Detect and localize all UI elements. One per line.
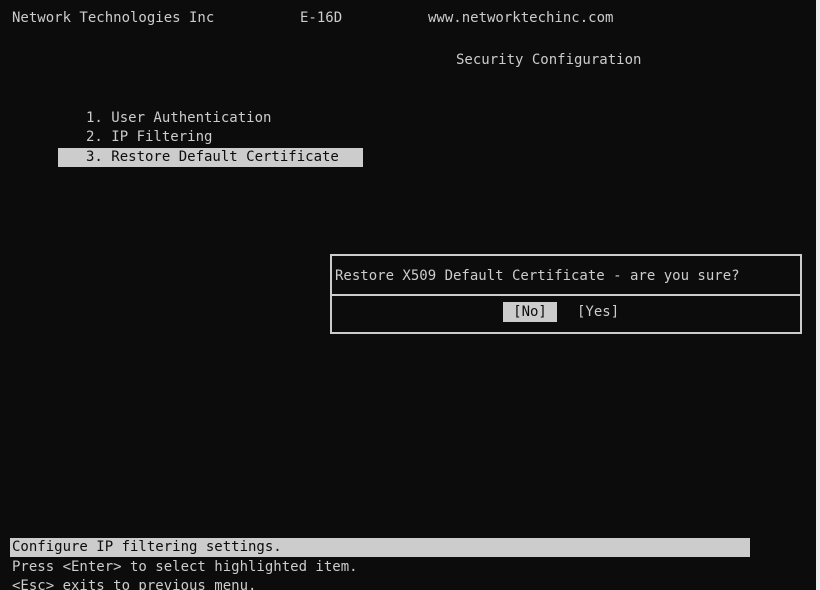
menu-item-user-authentication[interactable]: 1. User Authentication	[86, 108, 271, 128]
page-title: Security Configuration	[456, 52, 642, 68]
help-text-enter: Press <Enter> to select highlighted item…	[12, 559, 358, 575]
menu-item-ip-filtering[interactable]: 2. IP Filtering	[86, 127, 212, 147]
no-button[interactable]: [No]	[503, 302, 557, 322]
menu-item-restore-default-certificate[interactable]: 3. Restore Default Certificate	[58, 148, 363, 167]
dialog-divider	[332, 294, 800, 296]
dialog-message: Restore X509 Default Certificate - are y…	[335, 268, 740, 284]
header-website-url: www.networktechinc.com	[428, 10, 614, 26]
terminal-screen: Network Technologies Inc E-16D www.netwo…	[0, 0, 820, 590]
header-company-name: Network Technologies Inc	[12, 10, 215, 26]
dialog-button-row: [No] [Yes]	[332, 302, 800, 324]
header-model-number: E-16D	[300, 10, 343, 26]
confirm-dialog: Restore X509 Default Certificate - are y…	[330, 254, 802, 334]
help-text-esc: <Esc> exits to previous menu.	[12, 578, 257, 590]
status-bar: Configure IP filtering settings.	[10, 538, 750, 557]
yes-button[interactable]: [Yes]	[577, 302, 619, 322]
window-edge	[816, 0, 820, 590]
